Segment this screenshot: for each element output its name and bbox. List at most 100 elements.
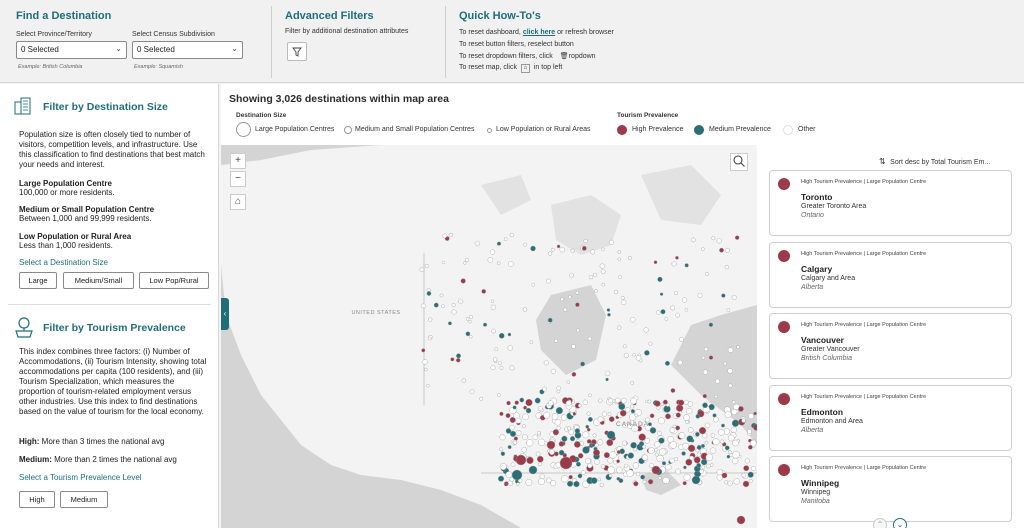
canada-map-label: CANADA bbox=[616, 421, 650, 428]
province-example: Example: British Columbia bbox=[18, 64, 83, 70]
destination-dot bbox=[548, 400, 554, 406]
sort-control[interactable]: ⇅ Sort desc by Total Tourism Em... bbox=[879, 151, 990, 169]
size-legend-large: Large Population Centres bbox=[255, 126, 335, 133]
destination-dot bbox=[585, 424, 590, 429]
destination-dot bbox=[708, 355, 714, 360]
prevalence-dot bbox=[778, 321, 790, 333]
low-desc: Less than 1,000 residents. bbox=[19, 241, 113, 250]
destination-card[interactable]: High Tourism Prevalence | Large Populati… bbox=[769, 313, 1012, 379]
destination-dot bbox=[635, 355, 642, 361]
destination-dot bbox=[616, 450, 621, 454]
size-low-pop-button[interactable]: Low Pop/Rural bbox=[139, 272, 209, 289]
destination-dot bbox=[619, 409, 627, 417]
destination-dot bbox=[448, 321, 452, 326]
low-size-swatch bbox=[487, 128, 492, 133]
destination-dot bbox=[573, 480, 580, 488]
destination-dot bbox=[727, 480, 733, 487]
destination-dot bbox=[509, 232, 514, 238]
destination-dot bbox=[724, 265, 729, 270]
destination-dot bbox=[744, 458, 750, 464]
zoom-out-button[interactable]: − bbox=[230, 171, 246, 187]
destination-dot bbox=[537, 406, 543, 412]
destination-dot bbox=[682, 442, 690, 450]
size-large-button[interactable]: Large bbox=[19, 272, 57, 289]
destination-card[interactable]: High Tourism Prevalence | Large Populati… bbox=[769, 384, 1012, 451]
results-list: ⇅ Sort desc by Total Tourism Em... High … bbox=[757, 145, 1024, 528]
destination-dot bbox=[705, 453, 714, 461]
destination-dot bbox=[554, 338, 558, 343]
scroll-up-button[interactable]: ⌃ bbox=[873, 518, 887, 528]
destination-dot bbox=[614, 397, 621, 404]
destination-dot bbox=[559, 456, 573, 470]
destination-dot bbox=[558, 441, 565, 447]
howto-text: ropdown bbox=[568, 53, 596, 60]
csd-select-value: 0 Selected bbox=[137, 45, 175, 54]
howto-line-2: To reset button filters, reselect button bbox=[459, 41, 574, 48]
destination-dot bbox=[525, 407, 532, 414]
howto-text: in top left bbox=[533, 64, 563, 71]
destination-dot bbox=[510, 462, 516, 467]
destination-dot bbox=[551, 247, 555, 252]
destination-dot bbox=[731, 457, 739, 465]
tourism-high-button[interactable]: High bbox=[19, 491, 55, 508]
destination-dot bbox=[608, 473, 613, 478]
destination-dot bbox=[522, 413, 529, 421]
destination-dot bbox=[648, 341, 653, 346]
destination-dot bbox=[538, 478, 545, 485]
map-search-button[interactable] bbox=[730, 153, 748, 171]
destination-dot bbox=[568, 295, 572, 299]
destination-card[interactable]: High Tourism Prevalence | Large Populati… bbox=[769, 170, 1012, 236]
destination-dot bbox=[712, 438, 720, 446]
destination-dot bbox=[505, 413, 511, 418]
size-medium-small-button[interactable]: Medium/Small bbox=[63, 272, 134, 289]
card-province: Ontario bbox=[801, 212, 824, 219]
zoom-in-button[interactable]: + bbox=[230, 153, 246, 169]
destination-dot bbox=[465, 258, 470, 263]
province-select[interactable]: 0 Selected ⌄ bbox=[16, 41, 127, 59]
destination-dot bbox=[469, 334, 473, 339]
medium-prevalence-swatch bbox=[694, 125, 704, 135]
destination-card[interactable]: High Tourism Prevalence | Large Populati… bbox=[769, 456, 1012, 522]
destination-dot bbox=[522, 307, 528, 312]
destination-dot bbox=[615, 466, 623, 474]
destination-dot bbox=[545, 477, 552, 484]
advanced-filters-title: Advanced Filters bbox=[285, 10, 374, 22]
destination-dot bbox=[670, 388, 676, 393]
destination-dot bbox=[537, 455, 544, 463]
tourism-medium-button[interactable]: Medium bbox=[60, 491, 108, 508]
destination-dot bbox=[439, 293, 444, 298]
destination-map[interactable]: UNITED STATES CANADA + − ⌂ ‹ bbox=[221, 145, 757, 528]
collapse-panel-button[interactable]: ‹ bbox=[221, 298, 229, 330]
scroll-down-button[interactable]: ⌄ bbox=[893, 518, 907, 528]
destination-dot bbox=[659, 292, 664, 296]
destination-dot bbox=[499, 463, 507, 471]
advanced-filter-button[interactable] bbox=[287, 42, 307, 61]
destination-dot bbox=[496, 241, 502, 246]
destination-dot bbox=[571, 344, 576, 349]
destination-dot bbox=[676, 404, 684, 412]
destination-dot bbox=[617, 325, 622, 330]
destination-dot bbox=[687, 444, 696, 452]
destination-dot bbox=[632, 353, 636, 357]
sort-icon: ⇅ bbox=[879, 157, 886, 166]
destination-dot bbox=[516, 482, 520, 486]
destination-dot bbox=[683, 399, 689, 405]
destination-dot bbox=[609, 451, 617, 459]
destination-card[interactable]: High Tourism Prevalence | Large Populati… bbox=[769, 241, 1012, 308]
home-button[interactable]: ⌂ bbox=[230, 194, 246, 210]
csd-select[interactable]: 0 Selected ⌄ bbox=[132, 41, 243, 59]
howto-line-4: To reset map, click ⌂ in top left bbox=[459, 64, 562, 73]
destination-dot bbox=[621, 397, 627, 404]
destination-dot bbox=[497, 393, 501, 397]
reset-dashboard-link[interactable]: click here bbox=[523, 29, 555, 36]
destination-dot bbox=[677, 359, 683, 366]
destination-dot bbox=[623, 352, 629, 358]
destination-dot bbox=[492, 357, 498, 362]
destination-dot bbox=[578, 403, 582, 408]
destination-dot bbox=[673, 290, 679, 296]
destination-dot bbox=[526, 456, 534, 465]
destination-dot bbox=[630, 409, 635, 414]
destination-dot bbox=[597, 439, 604, 446]
destination-dot bbox=[675, 468, 681, 475]
destination-dot bbox=[684, 263, 689, 268]
